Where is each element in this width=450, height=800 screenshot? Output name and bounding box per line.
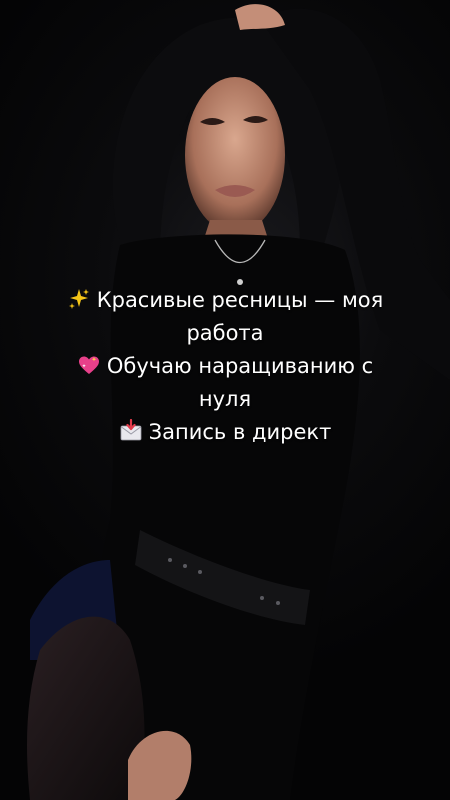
caption-line-2-text: Обучаю наращиванию с <box>106 354 374 378</box>
caption-line-2: Обучаю наращиванию с <box>20 350 430 383</box>
caption-line-1: Красивые ресницы — моя <box>20 284 430 317</box>
story-frame: Красивые ресницы — моя работа Обучаю нар… <box>0 0 450 800</box>
caption-line-1-text: Красивые ресницы — моя <box>96 288 384 312</box>
incoming-envelope-icon <box>120 419 142 441</box>
story-caption: Красивые ресницы — моя работа Обучаю нар… <box>20 284 430 449</box>
caption-line-3-text: Запись в директ <box>148 420 332 444</box>
sparkles-icon <box>68 289 89 309</box>
caption-line-1b: работа <box>186 321 264 345</box>
face <box>185 77 285 233</box>
sparkling-heart-icon <box>78 356 99 374</box>
hand <box>235 4 285 31</box>
caption-line-3: Запись в директ <box>20 416 430 449</box>
caption-line-2b: нуля <box>198 387 252 411</box>
